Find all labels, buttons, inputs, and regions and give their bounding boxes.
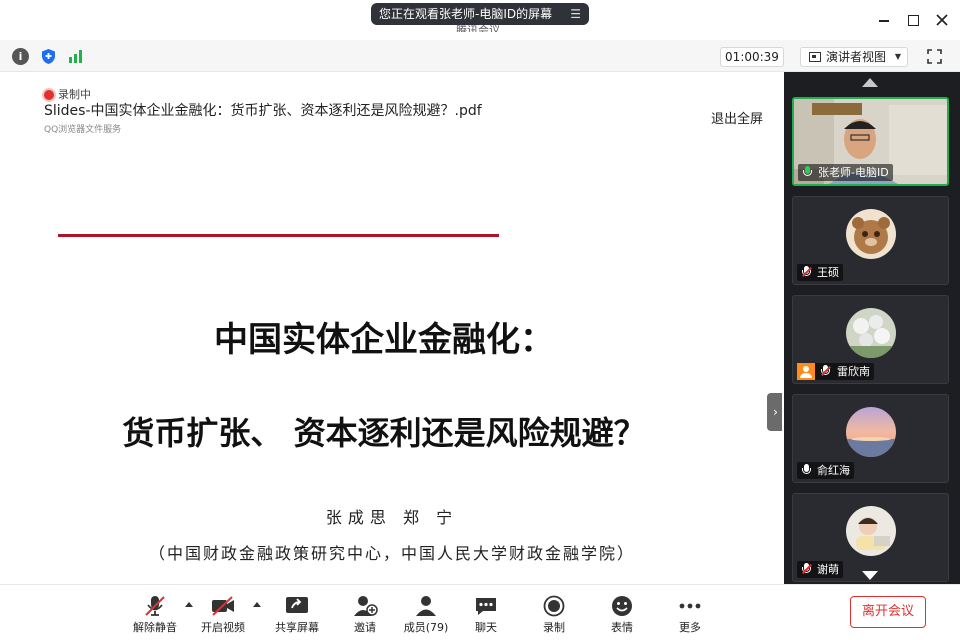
more-label: 更多 bbox=[679, 621, 701, 634]
chat-label: 聊天 bbox=[475, 621, 497, 634]
shield-icon[interactable] bbox=[40, 48, 57, 65]
share-banner-text: 您正在观看张老师-电脑ID的屏幕 bbox=[379, 7, 553, 21]
scroll-down-icon[interactable] bbox=[862, 571, 878, 580]
start-video-button[interactable]: 开启视频 bbox=[198, 593, 248, 637]
mic-muted-icon bbox=[802, 563, 811, 574]
participant-tile[interactable]: 雷欣南 bbox=[792, 295, 949, 384]
view-mode-label: 演讲者视图 bbox=[826, 50, 887, 64]
mic-muted-icon bbox=[145, 596, 165, 616]
shared-screen[interactable]: 录制中 Slides-中国实体企业金融化：货币扩张、资本逐利还是风险规避？.pd… bbox=[2, 72, 782, 584]
add-user-icon bbox=[354, 596, 378, 616]
more-icon bbox=[679, 603, 701, 609]
info-icon[interactable]: i bbox=[12, 48, 29, 65]
audio-options-caret[interactable] bbox=[185, 602, 193, 607]
close-icon bbox=[936, 14, 948, 26]
record-label: 录制 bbox=[543, 621, 565, 634]
share-screen-label: 共享屏幕 bbox=[275, 621, 319, 634]
view-mode-select[interactable]: 演讲者视图 ▼ bbox=[800, 47, 908, 67]
participant-tile[interactable]: 谢萌 bbox=[792, 493, 949, 582]
chat-button[interactable]: 聊天 bbox=[466, 593, 506, 637]
panel-collapse-handle[interactable]: › bbox=[767, 393, 782, 431]
slide-affiliation: （中国财政金融政策研究中心，中国人民大学财政金融学院） bbox=[148, 544, 635, 563]
record-dot-icon bbox=[44, 90, 54, 100]
members-icon bbox=[416, 596, 436, 616]
emoji-icon bbox=[612, 596, 632, 616]
invite-button[interactable]: 邀请 bbox=[343, 593, 387, 637]
reactions-button[interactable]: 表情 bbox=[602, 593, 642, 637]
close-button[interactable] bbox=[934, 12, 950, 28]
document-title: Slides-中国实体企业金融化：货币扩张、资本逐利还是风险规避？.pdf bbox=[44, 103, 482, 119]
record-button[interactable]: 录制 bbox=[534, 593, 574, 637]
unmute-button[interactable]: 解除静音 bbox=[130, 593, 180, 637]
speaker-view-icon bbox=[809, 52, 821, 62]
participant-name-tag: 谢萌 bbox=[797, 561, 843, 578]
avatar bbox=[846, 506, 896, 556]
leave-meeting-button[interactable]: 离开会议 bbox=[850, 596, 926, 628]
start-video-label: 开启视频 bbox=[201, 621, 245, 634]
participant-name: 雷欣南 bbox=[837, 365, 870, 378]
participant-tile[interactable]: 王硕 bbox=[792, 196, 949, 285]
participant-name-tag: 张老师-电脑ID bbox=[798, 164, 893, 181]
members-button[interactable]: 成员(79) bbox=[400, 593, 452, 637]
participant-tile[interactable]: 张老师-电脑ID bbox=[792, 97, 949, 186]
video-options-caret[interactable] bbox=[253, 602, 261, 607]
meeting-toolbar: i 01:00:39 演讲者视图 ▼ bbox=[0, 40, 960, 72]
slide-title: 中国实体企业金融化： bbox=[214, 320, 554, 360]
scroll-up-icon[interactable] bbox=[862, 78, 878, 87]
avatar bbox=[846, 209, 896, 259]
participant-name-tag: 王硕 bbox=[797, 264, 843, 281]
record-icon bbox=[543, 595, 565, 617]
host-user-icon bbox=[797, 363, 815, 380]
avatar bbox=[846, 407, 896, 457]
screen-share-banner[interactable]: 您正在观看张老师-电脑ID的屏幕 ☰ bbox=[371, 3, 589, 25]
fullscreen-icon[interactable] bbox=[926, 48, 943, 65]
title-bar: 腾讯会议 您正在观看张老师-电脑ID的屏幕 ☰ bbox=[0, 0, 960, 40]
mic-on-icon bbox=[803, 166, 812, 177]
slide-divider bbox=[58, 234, 499, 237]
unmute-label: 解除静音 bbox=[133, 621, 177, 634]
invite-label: 邀请 bbox=[354, 621, 376, 634]
share-screen-button[interactable]: 共享屏幕 bbox=[272, 593, 322, 637]
list-icon[interactable]: ☰ bbox=[570, 3, 581, 25]
mic-muted-icon bbox=[821, 365, 830, 376]
avatar bbox=[846, 308, 896, 358]
participant-tile[interactable]: 俞红海 bbox=[792, 394, 949, 483]
meeting-control-bar: 解除静音 开启视频 共享屏幕 邀请 成员(79) 聊天 录制 表情 更多 离开会… bbox=[0, 584, 960, 640]
slide-subtitle: 货币扩张、 资本逐利还是风险规避？ bbox=[122, 414, 646, 452]
more-button[interactable]: 更多 bbox=[670, 593, 710, 637]
members-label: 成员(79) bbox=[403, 621, 449, 634]
participant-name-tag: 雷欣南 bbox=[797, 363, 874, 380]
maximize-button[interactable] bbox=[905, 12, 921, 28]
chevron-down-icon: ▼ bbox=[894, 52, 901, 61]
chat-icon bbox=[476, 598, 496, 615]
minimize-button[interactable] bbox=[876, 12, 892, 28]
camera-off-icon bbox=[212, 596, 234, 616]
mic-icon bbox=[802, 464, 811, 475]
participant-name-tag: 俞红海 bbox=[797, 462, 854, 479]
participant-name: 俞红海 bbox=[817, 464, 850, 477]
meeting-timer: 01:00:39 bbox=[720, 47, 784, 67]
network-signal-icon[interactable] bbox=[67, 48, 84, 65]
mic-muted-icon bbox=[802, 266, 811, 277]
participant-name: 王硕 bbox=[817, 266, 839, 279]
slide-authors: 张成思 郑 宁 bbox=[325, 508, 459, 527]
participant-name: 张老师-电脑ID bbox=[818, 166, 889, 179]
share-screen-icon bbox=[286, 597, 308, 613]
participant-name: 谢萌 bbox=[817, 563, 839, 576]
document-source: QQ浏览器文件服务 bbox=[44, 125, 122, 135]
participant-panel: 张老师-电脑ID 王硕 雷欣南 俞红海 谢萌 bbox=[784, 72, 960, 584]
reactions-label: 表情 bbox=[611, 621, 633, 634]
exit-fullscreen-link[interactable]: 退出全屏 bbox=[711, 108, 763, 127]
